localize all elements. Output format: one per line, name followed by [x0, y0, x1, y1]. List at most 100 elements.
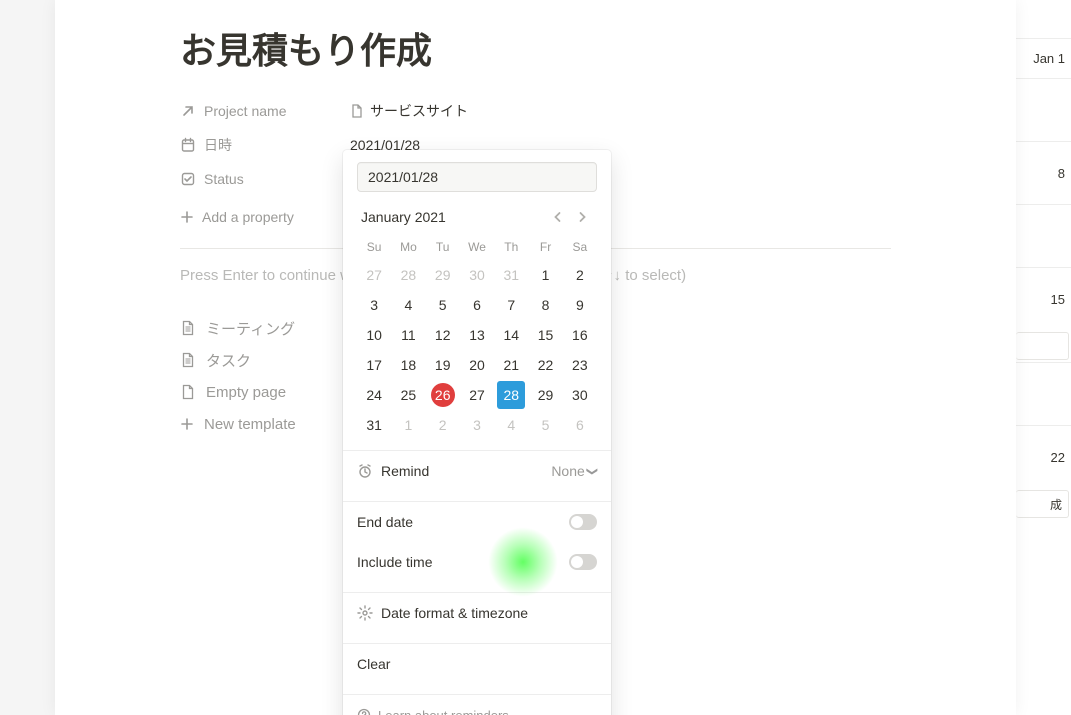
end-date-row: End date [343, 502, 611, 542]
chevron-down-icon: ❯ [586, 466, 599, 475]
calendar-dow: Sa [563, 240, 597, 254]
template-label: タスク [206, 350, 251, 371]
calendar-dow: Fr [528, 240, 562, 254]
calendar-day[interactable]: 16 [563, 323, 597, 347]
template-label: ミーティング [206, 318, 295, 339]
property-label: Status [204, 171, 244, 187]
calendar-day[interactable]: 15 [528, 323, 562, 347]
template-label: New template [204, 416, 296, 433]
property-label: Project name [204, 103, 286, 119]
date-format-row[interactable]: Date format & timezone [343, 593, 611, 633]
calendar-day[interactable]: 24 [357, 383, 391, 407]
calendar-day[interactable]: 20 [460, 353, 494, 377]
timeline-cell: 8 [1016, 141, 1071, 204]
plus-icon [180, 210, 194, 224]
calendar-day[interactable]: 29 [426, 263, 460, 287]
calendar-day[interactable]: 30 [563, 383, 597, 407]
calendar-day[interactable]: 29 [528, 383, 562, 407]
calendar-prev-button[interactable] [547, 206, 569, 228]
property-label: 日時 [204, 135, 232, 155]
calendar-day[interactable]: 28 [494, 381, 528, 409]
calendar-day[interactable]: 5 [426, 293, 460, 317]
calendar-dow-row: SuMoTuWeThFrSa [357, 240, 597, 254]
calendar-day[interactable]: 10 [357, 323, 391, 347]
clear-label: Clear [357, 656, 390, 672]
calendar-dow: Th [494, 240, 528, 254]
calendar-day[interactable]: 6 [563, 413, 597, 437]
plus-icon [180, 417, 194, 431]
calendar-day[interactable]: 28 [391, 263, 425, 287]
calendar-day[interactable]: 7 [494, 293, 528, 317]
calendar-day[interactable]: 18 [391, 353, 425, 377]
calendar-day[interactable]: 4 [391, 293, 425, 317]
property-value: サービスサイト [370, 101, 468, 121]
calendar-day[interactable]: 22 [528, 353, 562, 377]
calendar-day[interactable]: 9 [563, 293, 597, 317]
relation-arrow-icon [180, 103, 196, 119]
timeline-task[interactable]: 成 [1016, 490, 1069, 518]
include-time-row: Include time [343, 542, 611, 582]
timeline-cell [1016, 362, 1071, 425]
calendar-day[interactable]: 31 [357, 413, 391, 437]
calendar-day[interactable]: 11 [391, 323, 425, 347]
calendar-day[interactable]: 1 [528, 263, 562, 287]
timeline-task[interactable] [1016, 332, 1069, 360]
timeline-cell [1016, 204, 1071, 267]
end-date-toggle[interactable] [569, 514, 597, 530]
calendar-day[interactable]: 17 [357, 353, 391, 377]
date-picker-popover: January 2021 SuMoTuWeThFrSa 272829303112… [343, 150, 611, 715]
calendar-day[interactable]: 19 [426, 353, 460, 377]
property-row-project[interactable]: Project name サービスサイト [180, 94, 891, 128]
calendar-day[interactable]: 6 [460, 293, 494, 317]
calendar-dow: Mo [391, 240, 425, 254]
calendar-day[interactable]: 21 [494, 353, 528, 377]
timeline-strip: Jan 1 8 15 22 成 [1016, 0, 1071, 715]
add-property-label: Add a property [202, 209, 294, 225]
calendar-day[interactable]: 2 [563, 263, 597, 287]
page-icon [180, 352, 196, 368]
remind-value: None [551, 463, 584, 479]
calendar-day[interactable]: 1 [391, 413, 425, 437]
clock-alarm-icon [357, 463, 373, 479]
checkbox-icon [180, 171, 196, 187]
clear-row[interactable]: Clear [343, 644, 611, 684]
timeline-cell: 22 [1016, 425, 1071, 488]
calendar-day[interactable]: 25 [391, 383, 425, 407]
calendar-day[interactable]: 26 [426, 383, 460, 407]
page-title[interactable]: お見積もり作成 [180, 22, 891, 74]
calendar-day[interactable]: 3 [460, 413, 494, 437]
calendar-day[interactable]: 27 [460, 383, 494, 407]
calendar-day[interactable]: 30 [460, 263, 494, 287]
help-icon [357, 708, 371, 715]
include-time-toggle[interactable] [569, 554, 597, 570]
calendar-icon [180, 137, 196, 153]
timeline-date-header: Jan 1 [1016, 38, 1071, 78]
calendar-day[interactable]: 4 [494, 413, 528, 437]
include-time-label: Include time [357, 554, 432, 570]
calendar-day[interactable]: 31 [494, 263, 528, 287]
date-input[interactable] [357, 162, 597, 192]
timeline-cell [1016, 78, 1071, 141]
calendar-day[interactable]: 14 [494, 323, 528, 347]
learn-label: Learn about reminders [378, 708, 509, 715]
calendar-day[interactable]: 12 [426, 323, 460, 347]
page-icon [180, 384, 196, 400]
calendar-dow: We [460, 240, 494, 254]
calendar-month-label: January 2021 [361, 209, 446, 225]
calendar-day[interactable]: 13 [460, 323, 494, 347]
calendar-day[interactable]: 23 [563, 353, 597, 377]
page-icon [350, 104, 364, 118]
timeline-cell: 15 [1016, 267, 1071, 330]
date-format-label: Date format & timezone [381, 605, 528, 621]
page-icon [180, 320, 196, 336]
remind-row[interactable]: Remind None ❯ [343, 451, 611, 491]
learn-reminders[interactable]: Learn about reminders [343, 695, 611, 715]
calendar-day[interactable]: 2 [426, 413, 460, 437]
gear-icon [357, 605, 373, 621]
calendar-day[interactable]: 5 [528, 413, 562, 437]
end-date-label: End date [357, 514, 413, 530]
calendar-next-button[interactable] [571, 206, 593, 228]
calendar-day[interactable]: 3 [357, 293, 391, 317]
calendar-day[interactable]: 8 [528, 293, 562, 317]
calendar-day[interactable]: 27 [357, 263, 391, 287]
